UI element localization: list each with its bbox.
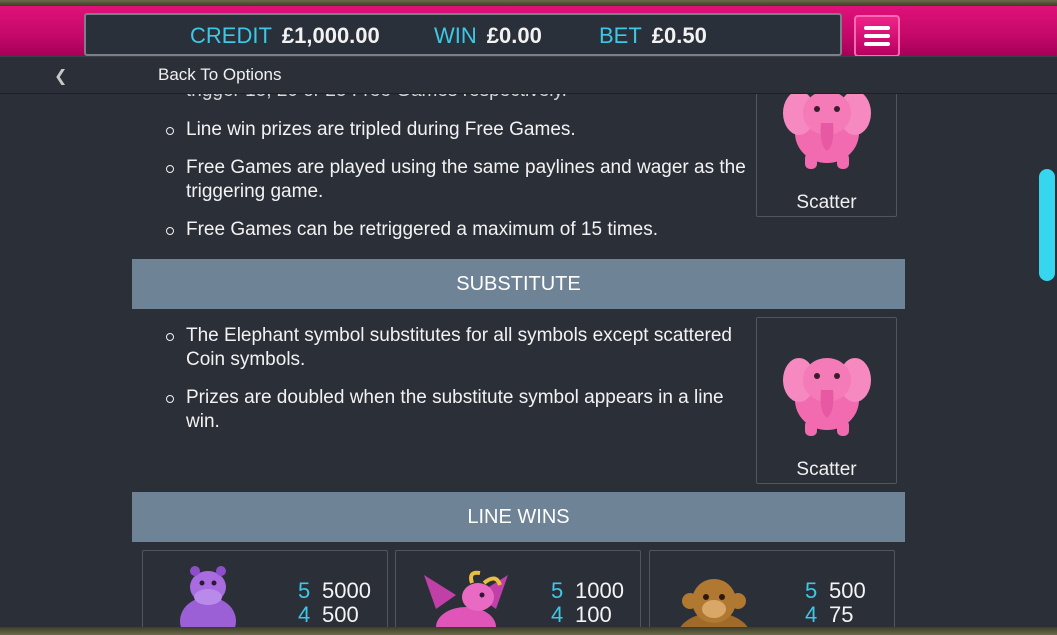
back-to-options-link[interactable]: Back To Options (158, 65, 281, 85)
scrollbar-thumb[interactable] (1039, 169, 1055, 281)
top-bar: CREDIT £1,000.00 WIN £0.00 BET £0.50 (0, 0, 1057, 57)
bet-label: BET (599, 23, 642, 48)
pay-value: 1000 (575, 578, 624, 603)
section-header-line-wins: LINE WINS (132, 492, 905, 542)
pink-elephant-icon (783, 94, 871, 169)
pay-count: 4 (298, 602, 311, 627)
pay-value: 5000 (322, 578, 371, 603)
scatter-symbol-box: Scatter (756, 94, 897, 217)
list-item: Prizes are doubled when the substitute s… (164, 386, 760, 434)
brown-monkey-icon (678, 579, 750, 635)
line-win-card: 55000 4500 3100 (142, 550, 388, 635)
options-bar: ❮ Back To Options (0, 56, 1057, 94)
list-item: Free Games can be retriggered a maximum … (164, 218, 754, 242)
line-win-card: 5500 475 315 (649, 550, 895, 635)
stone-border-top (0, 0, 1057, 6)
meter-panel: CREDIT £1,000.00 WIN £0.00 BET £0.50 (84, 13, 842, 56)
pay-count: 5 (551, 578, 564, 603)
pay-count: 4 (551, 602, 564, 627)
section-header-substitute: SUBSTITUTE (132, 259, 905, 309)
purple-hippo-icon (180, 566, 236, 635)
pay-value: 500 (829, 578, 866, 603)
list-item: Line win prizes are tripled during Free … (164, 118, 754, 142)
substitute-symbol-box: Scatter (756, 317, 897, 484)
pay-value: 75 (829, 602, 854, 627)
credit-label: CREDIT (190, 23, 272, 48)
free-games-rules: Line win prizes are tripled during Free … (164, 118, 754, 256)
list-item: The Elephant symbol substitutes for all … (164, 324, 760, 372)
pay-count: 5 (298, 578, 311, 603)
list-item: Free Games are played using the same pay… (164, 156, 754, 204)
pay-value: 500 (322, 602, 359, 627)
win-meter: WIN £0.00 (434, 23, 542, 49)
pay-count: 5 (805, 578, 818, 603)
symbol-caption: Scatter (796, 459, 857, 480)
credit-value: £1,000.00 (281, 23, 380, 48)
pay-count: 4 (805, 602, 818, 627)
hamburger-menu-icon[interactable] (854, 15, 900, 57)
win-label: WIN (434, 23, 477, 48)
pay-value: 100 (575, 602, 612, 627)
chevron-left-icon[interactable]: ❮ (54, 66, 67, 86)
symbol-caption: Scatter (796, 192, 857, 213)
stone-border-bottom (0, 627, 1057, 635)
pink-dragon-icon (424, 570, 508, 635)
bet-value: £0.50 (651, 23, 707, 48)
cutoff-text: trigger 15, 20 or 25 Free Games respecti… (186, 94, 567, 102)
bet-meter: BET £0.50 (599, 23, 707, 49)
line-win-card: 51000 4100 330 (395, 550, 641, 635)
paytable-content: trigger 15, 20 or 25 Free Games respecti… (0, 94, 1057, 635)
substitute-rules: The Elephant symbol substitutes for all … (164, 324, 760, 448)
pink-elephant-icon (783, 358, 871, 436)
credit-meter: CREDIT £1,000.00 (190, 23, 380, 49)
win-value: £0.00 (486, 23, 542, 48)
